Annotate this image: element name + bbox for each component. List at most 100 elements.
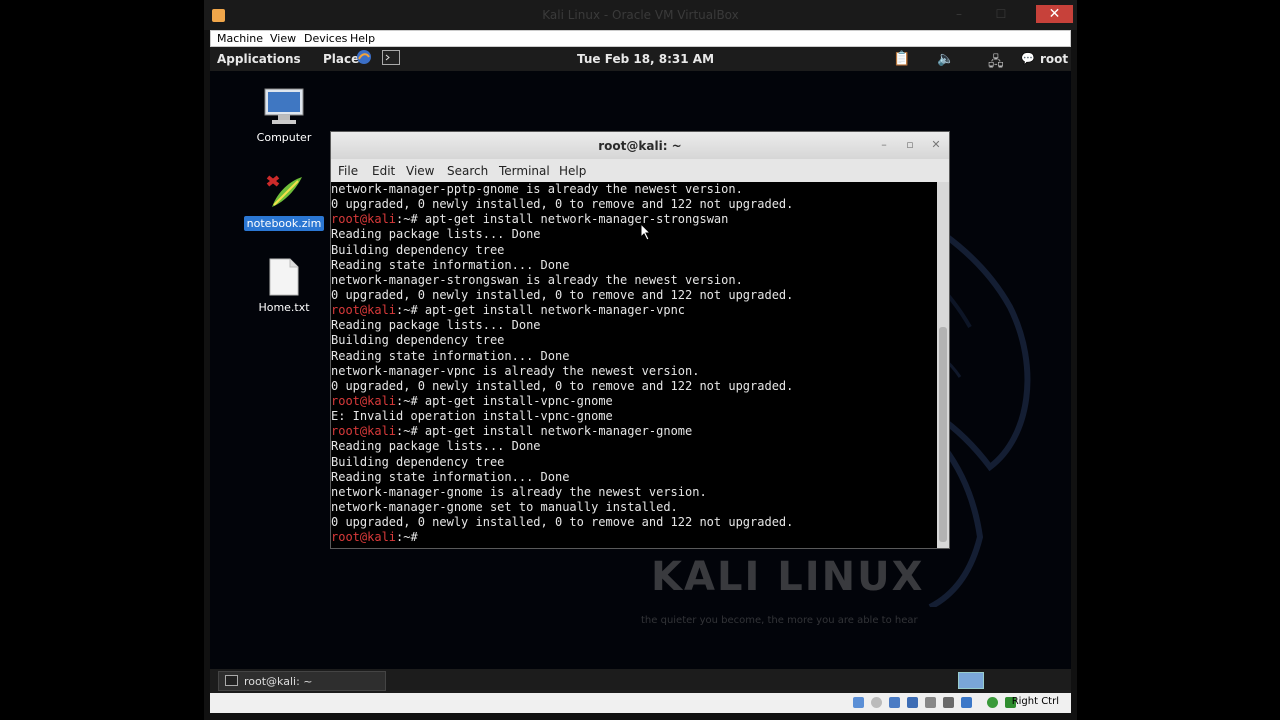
shell-prompt: root@kali [331,303,397,318]
terminal-line-text: network-manager-gnome is already the new… [331,484,707,499]
terminal-menu-file[interactable]: File [338,164,358,178]
terminal-line-text: :~# apt-get install network-manager-gnom… [396,424,693,439]
recording-icon[interactable] [961,697,972,708]
terminal-line: root@kali:~# apt-get install network-man… [331,212,937,227]
desktop-icon-computer[interactable]: Computer [239,87,329,145]
desktop-icon-label: Home.txt [258,301,310,314]
terminal-line-text: Reading state information... Done [331,348,570,363]
terminal-line: Building dependency tree [331,455,937,470]
terminal-title: root@kali: ~ [598,139,682,153]
maximize-icon[interactable]: ☐ [991,5,1011,23]
terminal-line-text: Building dependency tree [331,242,505,257]
clock[interactable]: Tue Feb 18, 8:31 AM [577,52,714,66]
terminal-line-text: Reading state information... Done [331,257,570,272]
terminal-line-text: network-manager-vpnc is already the newe… [331,363,700,378]
terminal-menu-help[interactable]: Help [559,164,586,178]
shell-prompt: root@kali [331,424,397,439]
network-icon[interactable]: 🖧 [988,51,1004,75]
terminal-titlebar[interactable]: root@kali: ~ – ▫ ✕ [331,132,949,159]
hard-disk-icon[interactable] [853,697,864,708]
terminal-launcher-icon[interactable] [382,50,400,69]
terminal-line: 0 upgraded, 0 newly installed, 0 to remo… [331,515,937,530]
terminal-line: network-manager-gnome set to manually in… [331,500,937,515]
terminal-scrollbar[interactable] [937,182,949,548]
menu-devices[interactable]: Devices [304,32,347,45]
terminal-line: network-manager-strongswan is already th… [331,273,937,288]
terminal-line-text: 0 upgraded, 0 newly installed, 0 to remo… [331,287,794,302]
terminal-line: Reading package lists... Done [331,439,937,454]
terminal-output[interactable]: network-manager-pptp-gnome is already th… [331,182,937,548]
terminal-line: 0 upgraded, 0 newly installed, 0 to remo… [331,288,937,303]
network-adapter-icon[interactable] [925,697,936,708]
close-icon[interactable]: ✕ [1036,5,1073,23]
user-menu[interactable]: root [1040,52,1068,66]
chat-icon[interactable]: 💬 [1021,52,1035,65]
terminal-small-icon [225,675,238,689]
virtualbox-statusbar: Right Ctrl [210,693,1071,713]
terminal-line-text: :~# apt-get install network-manager-vpnc [396,303,686,318]
mouse-integration-icon[interactable] [987,697,998,708]
host-key-label: Right Ctrl [1011,696,1059,707]
menu-view[interactable]: View [270,32,296,45]
bottom-panel: root@kali: ~ [210,669,1071,693]
terminal-menu-view[interactable]: View [406,164,434,178]
terminal-line: root@kali:~# [331,530,937,545]
optical-drive-icon[interactable] [871,697,882,708]
terminal-line: root@kali:~# apt-get install network-man… [331,424,937,439]
mouse-pointer-icon [640,223,652,241]
clipboard-icon[interactable]: 📋 [893,51,910,67]
terminal-menu-search[interactable]: Search [447,164,488,178]
desktop-icon-home-txt[interactable]: Home.txt [239,257,329,315]
terminal-line: network-manager-vpnc is already the newe… [331,364,937,379]
terminal-line: root@kali:~# apt-get install-vpnc-gnome [331,394,937,409]
shell-prompt: root@kali [331,530,397,545]
scrollbar-thumb[interactable] [939,327,947,542]
terminal-menubar: File Edit View Search Terminal Help [331,159,949,182]
workspace-switcher[interactable] [958,672,984,689]
computer-icon [264,88,304,124]
shell-prompt: root@kali [331,393,397,408]
terminal-line: Reading package lists... Done [331,227,937,242]
terminal-minimize-icon[interactable]: – [876,138,892,152]
terminal-menu-terminal[interactable]: Terminal [499,164,550,178]
shared-folder-icon[interactable] [907,697,918,708]
terminal-line-text: 0 upgraded, 0 newly installed, 0 to remo… [331,515,794,530]
terminal-line: root@kali:~# apt-get install network-man… [331,303,937,318]
volume-muted-icon[interactable]: 🔈 [937,51,954,67]
taskbar-terminal-button[interactable]: root@kali: ~ [218,671,386,691]
menu-machine[interactable]: Machine [217,32,263,45]
applications-menu[interactable]: Applications [217,52,301,66]
virtualbox-menubar: Machine View Devices Help [210,30,1071,47]
terminal-line-text: Reading package lists... Done [331,439,541,454]
desktop-icon-label: Computer [256,131,312,144]
guest-screen[interactable]: Applications Places Tue Feb 18, 8:31 AM … [210,47,1071,693]
iceweasel-launcher-icon[interactable] [356,49,372,69]
terminal-line-text: :~# apt-get install network-manager-stro… [396,212,729,227]
terminal-line-text: Reading package lists... Done [331,318,541,333]
terminal-line-text: :~# [396,530,425,545]
terminal-maximize-icon[interactable]: ▫ [902,138,918,152]
usb-icon[interactable] [889,697,900,708]
terminal-line: network-manager-pptp-gnome is already th… [331,182,937,197]
shell-prompt: root@kali [331,212,397,227]
kali-wallpaper-tagline: the quieter you become, the more you are… [641,615,918,626]
virtualbox-titlebar[interactable]: Kali Linux - Oracle VM VirtualBox – ☐ ✕ [204,0,1077,30]
terminal-window[interactable]: root@kali: ~ – ▫ ✕ File Edit View Search… [330,131,950,626]
terminal-close-icon[interactable]: ✕ [928,138,944,152]
zim-notebook-icon [266,175,302,207]
terminal-line-text: network-manager-gnome set to manually in… [331,499,678,514]
terminal-line: network-manager-gnome is already the new… [331,485,937,500]
terminal-line: E: Invalid operation install-vpnc-gnome [331,409,937,424]
taskbar-label: root@kali: ~ [244,675,313,688]
terminal-line: Reading state information... Done [331,470,937,485]
display-icon[interactable] [943,697,954,708]
menu-help[interactable]: Help [350,32,375,45]
text-file-icon [269,258,299,296]
desktop-icon-label: notebook.zim [243,216,325,231]
desktop-icon-notebook[interactable]: notebook.zim [239,171,329,231]
terminal-line-text: 0 upgraded, 0 newly installed, 0 to remo… [331,197,794,212]
kali-wallpaper-logo: KALI LINUX [651,554,925,600]
terminal-menu-edit[interactable]: Edit [372,164,395,178]
minimize-icon[interactable]: – [949,5,969,23]
terminal-line-text: Reading package lists... Done [331,227,541,242]
